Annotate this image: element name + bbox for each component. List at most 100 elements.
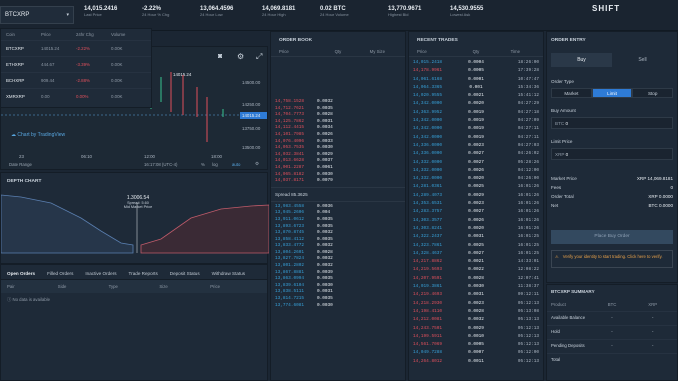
limit-price-input[interactable]: XRP 0: [551, 148, 673, 160]
order-book-row[interactable]: 14,101.7985 0.0026: [275, 132, 401, 139]
order-type-market[interactable]: Market: [551, 88, 592, 98]
orders-tab[interactable]: Deposit Status: [170, 271, 200, 276]
order-book-row[interactable]: 13,945.2606 0.004: [275, 210, 401, 217]
trade-row: 14,049.7288 0.0007 05:12:00: [413, 349, 539, 357]
trade-time: 04:12:00: [517, 167, 539, 173]
order-book-row[interactable]: 14,032.3841 0.0029: [275, 152, 401, 159]
orders-tab[interactable]: Withdraw Status: [212, 271, 245, 276]
pair-cell: -2.22%: [76, 46, 90, 51]
trade-row: 14,561.7069 0.0005 05:12:13: [413, 341, 539, 349]
warning-icon: ⚠: [555, 254, 559, 259]
order-book-row[interactable]: 14,125.7862 0.0031: [275, 119, 401, 126]
order-book-row[interactable]: 14,065.8182 0.0030: [275, 172, 401, 179]
trade-time: 04:26:02: [517, 151, 539, 157]
trade-qty: 0.0027: [468, 209, 484, 215]
order-book-row[interactable]: 14,013.6628 0.0037: [275, 158, 401, 165]
order-book-row[interactable]: 14,053.7535 0.0030: [275, 145, 401, 152]
trade-price: 14,219.4693: [413, 292, 442, 298]
date-range-button[interactable]: Date Range: [9, 162, 32, 167]
ob-qty: 0.0035: [317, 105, 333, 111]
order-book-row[interactable]: 13,774.6081 0.0030: [275, 303, 401, 310]
order-book-row[interactable]: 14,112.4415 0.0034: [275, 125, 401, 132]
trade-price: 14,283.3757: [413, 209, 442, 215]
place-buy-order-button[interactable]: Place Buy Order: [551, 230, 673, 244]
orders-panel: Open Orders Filled Orders Inactive Orders T…: [0, 264, 268, 381]
order-book-row[interactable]: 13,863.0994 0.0035: [275, 276, 401, 283]
ob-mysize: [359, 152, 401, 159]
order-book-row[interactable]: 14,712.7621 0.0035: [275, 106, 401, 113]
ob-price: 13,833.4772: [275, 243, 304, 249]
ob-price: 14,712.7621: [275, 105, 304, 111]
buy-amount-input[interactable]: BTC 0: [551, 117, 673, 129]
trade-row: 14,289.4073 0.0029 16:01:26: [413, 192, 539, 200]
order-book-row[interactable]: 13,893.6723 0.0035: [275, 224, 401, 231]
trade-time: 14:33:01: [517, 259, 539, 265]
orders-col-header: Size: [159, 284, 168, 289]
order-type-stop[interactable]: Stop: [632, 88, 674, 98]
stat-3: 14,069.8181 24 Hour High: [262, 6, 295, 18]
trade-row: 14,264.8012 0.0011 05:12:13: [413, 358, 539, 366]
verify-warning[interactable]: ⚠ Verify your identity to start trading. …: [551, 250, 673, 268]
trade-row: 14,015.2418 0.0004 18:26:00: [413, 59, 539, 67]
order-book-row[interactable]: 13,839.6104 0.0030: [275, 283, 401, 290]
summary-key: Order Total: [551, 194, 574, 199]
orders-tab[interactable]: Inactive Orders: [85, 271, 116, 276]
chart-footer: Date Range 16:17:08 (UTC-4) % log auto ⚙: [1, 161, 269, 171]
order-book-row[interactable]: 13,827.7824 0.0032: [275, 256, 401, 263]
orders-tab[interactable]: Trade Reports: [129, 271, 158, 276]
trade-time: 12:07:41: [517, 275, 539, 281]
order-book-row[interactable]: 13,804.2601 0.0028: [275, 250, 401, 257]
order-book-row[interactable]: 14,704.7773 0.0028: [275, 112, 401, 119]
orders-tab[interactable]: Open Orders: [7, 271, 35, 276]
order-type-label: Order Type: [551, 79, 574, 84]
ob-price: 14,065.8182: [275, 171, 304, 177]
auto-toggle[interactable]: auto: [232, 162, 240, 167]
pair-row[interactable]: ETHXRP 444.67 -3.39% 0.00K: [1, 56, 151, 72]
chevron-down-icon: ▾: [66, 12, 69, 18]
order-book-row[interactable]: 13,814.7215 0.0035: [275, 296, 401, 303]
order-book-row[interactable]: 14,001.2287 0.0061: [275, 165, 401, 172]
order-book-row[interactable]: 13,838.5111 0.0031: [275, 289, 401, 296]
settings-icon[interactable]: ⚙: [255, 161, 259, 167]
order-book-row[interactable]: 13,983.4558 0.0036: [275, 204, 401, 211]
order-book-row[interactable]: 14,037.8171 0.0079: [275, 178, 401, 185]
trade-time: 15:34:36: [517, 84, 539, 90]
trade-time: 04:26:00: [517, 176, 539, 182]
orders-tab[interactable]: Filled Orders: [47, 271, 73, 276]
sell-tab[interactable]: Sell: [612, 53, 673, 67]
pair-row[interactable]: XMRXRP 0.00 0.00% 0.00K: [1, 88, 151, 104]
percent-toggle[interactable]: %: [201, 162, 205, 167]
trade-row: 14,243.7501 0.0029 05:12:13: [413, 325, 539, 333]
pairs-col-header: Coin: [6, 32, 15, 37]
trade-price: 14,342.0000: [413, 101, 442, 107]
trade-price: 14,219.5693: [413, 267, 442, 273]
pairs-col-header: Price: [41, 32, 51, 37]
order-book-row[interactable]: 13,911.0612 0.0035: [275, 217, 401, 224]
trade-time: 16:01:26: [517, 225, 539, 231]
ob-col-header: My Size: [369, 49, 385, 54]
trade-time: 09:12:11: [517, 292, 539, 298]
summary-col-header: Product: [551, 302, 566, 307]
order-book-row[interactable]: 13,867.8881 0.0039: [275, 270, 401, 277]
summary-value: XRP 14,069.8181: [636, 176, 673, 181]
trade-row: 14,212.0081 0.0032 05:13:13: [413, 316, 539, 324]
order-book-row[interactable]: 13,858.4112 0.0035: [275, 237, 401, 244]
order-book-row[interactable]: 14,758.1528 0.0032: [275, 99, 401, 106]
trade-time: 16:01:25: [517, 242, 539, 248]
order-book-row[interactable]: 13,870.8745 0.0032: [275, 230, 401, 237]
buy-tab[interactable]: Buy: [551, 53, 612, 67]
pair-row[interactable]: BCHXRP 909.44 -2.88% 0.00K: [1, 72, 151, 88]
order-book-row[interactable]: 13,801.2802 0.0032: [275, 263, 401, 270]
order-book-row[interactable]: 13,833.4772 0.0032: [275, 243, 401, 250]
log-toggle[interactable]: log: [212, 162, 218, 167]
order-book-row[interactable]: 14,076.4096 0.0033: [275, 139, 401, 146]
ob-qty: 0.0039: [317, 269, 333, 275]
ob-qty: 0.0034: [317, 125, 333, 131]
pair-row[interactable]: BTCXRP 14015.24 -2.22% 0.00K: [1, 40, 151, 56]
trade-time: 04:27:03: [517, 142, 539, 148]
trade-qty: 0.0027: [468, 159, 484, 165]
summary-cell: -: [651, 329, 654, 334]
ob-mysize: [359, 296, 401, 303]
order-type-limit[interactable]: Limit: [591, 88, 633, 98]
pair-selector[interactable]: BTCXRP ▾: [0, 6, 74, 24]
